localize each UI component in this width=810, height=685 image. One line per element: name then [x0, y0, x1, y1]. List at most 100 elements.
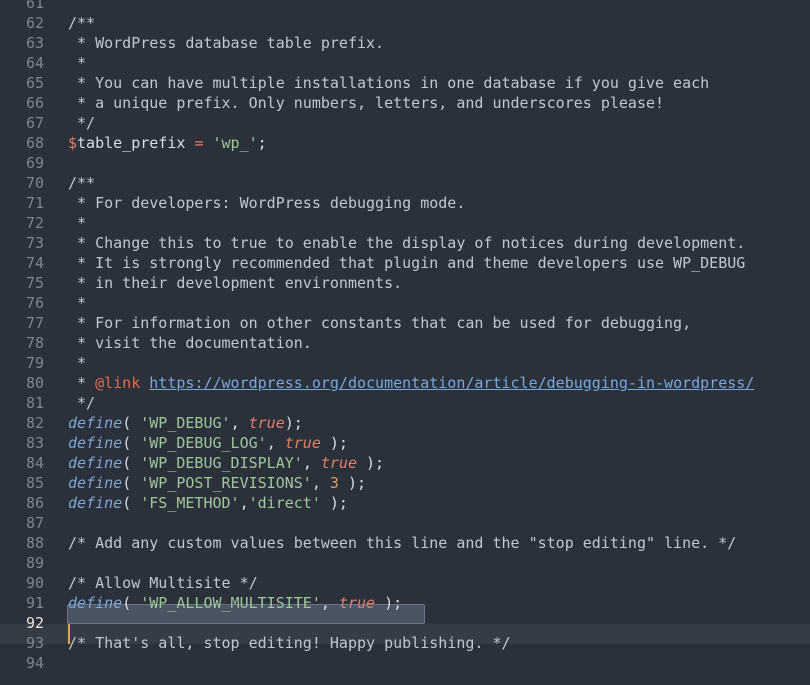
line-code: /**: [68, 13, 95, 33]
code-token: true: [248, 414, 285, 432]
code-token: );: [284, 414, 303, 432]
code-line[interactable]: 91 define( 'WP_ALLOW_MULTISITE', true );: [0, 593, 810, 613]
line-number: 76: [25, 294, 44, 312]
code-line[interactable]: 65 * You can have multiple installations…: [0, 73, 810, 93]
code-line[interactable]: 77 * For information on other constants …: [0, 313, 810, 333]
line-number: 80: [25, 374, 44, 392]
line-number: 75: [25, 274, 44, 292]
code-token: true: [338, 594, 376, 612]
code-line[interactable]: 71 * For developers: WordPress debugging…: [0, 193, 810, 213]
line-code: * Change this to true to enable the disp…: [68, 233, 745, 253]
code-token: (: [122, 474, 141, 492]
code-token: * Change this to true to enable the disp…: [68, 234, 746, 252]
line-number: 72: [25, 214, 44, 232]
code-token: ,: [239, 494, 249, 512]
code-line[interactable]: 78 * visit the documentation.: [0, 333, 810, 353]
line-code: /* That's all, stop editing! Happy publi…: [68, 633, 511, 653]
code-token: /* That's all, stop editing! Happy publi…: [68, 634, 511, 652]
line-number: 89: [25, 554, 44, 572]
code-token: ,: [266, 434, 285, 452]
code-line[interactable]: 83 define( 'WP_DEBUG_LOG', true );: [0, 433, 810, 453]
code-editor[interactable]: 61 62/** 63 * WordPress database table pre…: [0, 0, 810, 685]
code-line[interactable]: 85 define( 'WP_POST_REVISIONS', 3 );: [0, 473, 810, 493]
code-line[interactable]: 90 /* Allow Multisite */: [0, 573, 810, 593]
code-token: );: [338, 474, 367, 492]
code-line[interactable]: 62 /**: [0, 13, 810, 33]
line-number: 67: [25, 114, 44, 132]
code-line[interactable]: 70 /**: [0, 173, 810, 193]
code-token: * It is strongly recommended that plugin…: [68, 254, 746, 272]
code-token: (: [122, 494, 141, 512]
code-line[interactable]: 84 define( 'WP_DEBUG_DISPLAY', true );: [0, 453, 810, 473]
line-code: *: [68, 353, 86, 373]
code-line[interactable]: 88 /* Add any custom values between this …: [0, 533, 810, 553]
line-code: * a unique prefix. Only numbers, letters…: [68, 93, 664, 113]
line-number: 61: [25, 0, 44, 12]
line-number: 91: [25, 594, 44, 612]
code-token: true: [320, 454, 357, 472]
line-number: 85: [25, 474, 44, 492]
code-line[interactable]: 73 * Change this to true to enable the d…: [0, 233, 810, 253]
code-token: );: [320, 494, 348, 512]
text-caret: [68, 624, 70, 644]
code-token: ,: [320, 594, 339, 612]
code-line[interactable]: 66 * a unique prefix. Only numbers, lett…: [0, 93, 810, 113]
code-token: 'direct': [248, 494, 321, 512]
code-line[interactable]: 76 *: [0, 293, 810, 313]
code-line[interactable]: 93 /* That's all, stop editing! Happy pub…: [0, 633, 810, 653]
line-number: 73: [25, 234, 44, 252]
code-token: /* Add any custom values between this li…: [68, 534, 737, 552]
code-line[interactable]: 86 define( 'FS_METHOD','direct' );: [0, 493, 810, 513]
code-line[interactable]: 75 * in their development environments.: [0, 273, 810, 293]
code-token: table_prefix: [77, 134, 195, 152]
line-number: 83: [25, 434, 44, 452]
line-code: define( 'WP_DEBUG_LOG', true );: [68, 433, 348, 453]
line-code: * For information on other constants tha…: [68, 313, 691, 333]
line-code: * WordPress database table prefix.: [68, 33, 384, 53]
code-line[interactable]: 74 * It is strongly recommended that plu…: [0, 253, 810, 273]
line-number: 64: [25, 54, 44, 72]
line-number: 90: [25, 574, 44, 592]
line-code: */: [68, 393, 95, 413]
code-line[interactable]: 64 *: [0, 53, 810, 73]
line-code: *: [68, 53, 86, 73]
code-token: * a unique prefix. Only numbers, letters…: [68, 94, 665, 112]
code-token: (: [122, 414, 141, 432]
code-token: 3: [329, 474, 339, 492]
code-token: https://wordpress.org/documentation/arti…: [149, 374, 755, 392]
line-code: /* Allow Multisite */: [68, 573, 258, 593]
code-token: */: [68, 114, 96, 132]
code-line[interactable]: 89: [0, 553, 810, 573]
line-number: 66: [25, 94, 44, 112]
code-token: 'WP_POST_REVISIONS': [140, 474, 312, 492]
line-code: * visit the documentation.: [68, 333, 312, 353]
code-token: /**: [68, 174, 96, 192]
line-number: 84: [25, 454, 44, 472]
code-line[interactable]: 94: [0, 653, 810, 673]
code-line[interactable]: 67 */: [0, 113, 810, 133]
code-line[interactable]: 72 *: [0, 213, 810, 233]
code-token: define: [68, 494, 123, 512]
code-line[interactable]: 80 * @link https://wordpress.org/documen…: [0, 373, 810, 393]
line-code: define( 'FS_METHOD','direct' );: [68, 493, 348, 513]
code-line[interactable]: 81 */: [0, 393, 810, 413]
line-code: $table_prefix = 'wp_';: [68, 133, 267, 153]
code-line[interactable]: 82 define( 'WP_DEBUG', true);: [0, 413, 810, 433]
code-line[interactable]: 63 * WordPress database table prefix.: [0, 33, 810, 53]
line-number: 86: [25, 494, 44, 512]
line-number: 87: [25, 514, 44, 532]
code-line[interactable]: 61: [0, 0, 810, 13]
code-token: /* Allow Multisite */: [68, 574, 258, 592]
line-number: 88: [25, 534, 44, 552]
code-token: ;: [257, 134, 267, 152]
code-token: );: [357, 454, 385, 472]
code-line[interactable]: 68 $table_prefix = 'wp_';: [0, 133, 810, 153]
code-line[interactable]: 87: [0, 513, 810, 533]
line-number: 74: [25, 254, 44, 272]
code-token: true: [284, 434, 321, 452]
code-line[interactable]: 79 *: [0, 353, 810, 373]
code-token: *: [68, 54, 87, 72]
code-line[interactable]: 69: [0, 153, 810, 173]
code-line[interactable]: 92: [0, 613, 810, 633]
